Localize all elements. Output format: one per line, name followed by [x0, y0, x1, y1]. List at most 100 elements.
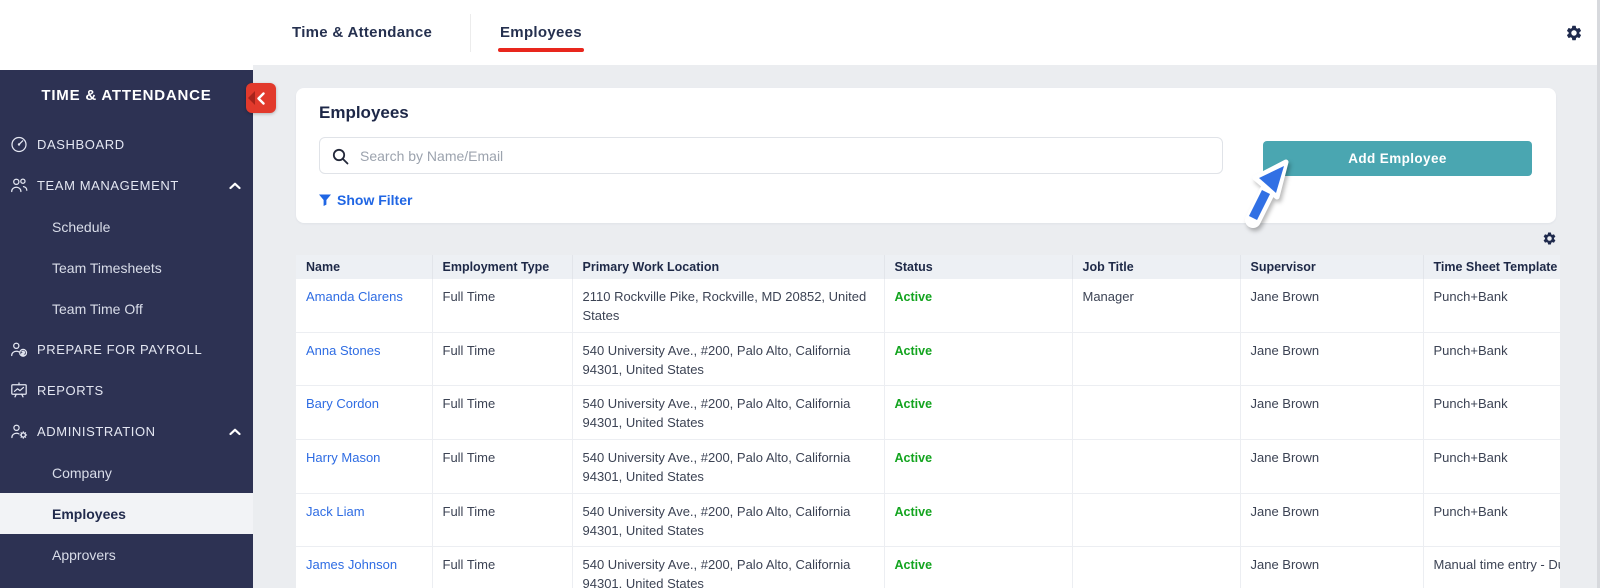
employee-name-link[interactable]: Harry Mason: [306, 450, 380, 465]
employees-table: NameEmployment TypePrimary Work Location…: [296, 255, 1560, 588]
sidebar-item-team-time-off[interactable]: Team Time Off: [0, 288, 253, 329]
add-employee-button[interactable]: Add Employee: [1263, 141, 1532, 176]
show-filter-label: Show Filter: [337, 192, 412, 208]
status-badge: Active: [895, 451, 933, 465]
name-cell: Amanda Clarens: [296, 279, 432, 332]
active-tab-indicator: [498, 48, 584, 52]
employment-type-cell: Full Time: [432, 332, 572, 386]
table-header-row: NameEmployment TypePrimary Work Location…: [296, 255, 1560, 279]
chevron-up-icon[interactable]: [229, 182, 241, 190]
timesheet-template-cell: Punch+Bank: [1423, 332, 1560, 386]
table-settings-gear-icon[interactable]: [1542, 231, 1557, 246]
sidebar-item-label: Approvers: [52, 547, 116, 563]
status-cell: Active: [884, 386, 1072, 440]
status-cell: Active: [884, 440, 1072, 494]
sidebar-item-label: REPORTS: [37, 383, 104, 398]
payroll-icon: [10, 341, 28, 358]
supervisor-cell: Jane Brown: [1240, 386, 1423, 440]
job-title-cell: [1072, 440, 1240, 494]
name-cell: Bary Cordon: [296, 386, 432, 440]
employment-type-cell: Full Time: [432, 279, 572, 332]
sidebar-collapse-button[interactable]: [246, 83, 276, 113]
column-header-time-sheet-template: Time Sheet Template: [1423, 255, 1560, 279]
sidebar-item-label: Employees: [52, 506, 126, 522]
status-badge: Active: [895, 397, 933, 411]
gear-icon[interactable]: [1565, 24, 1583, 42]
name-cell: Harry Mason: [296, 440, 432, 494]
sidebar-item-team-timesheets[interactable]: Team Timesheets: [0, 247, 253, 288]
reports-icon: [10, 382, 28, 399]
timesheet-template-cell: Manual time entry - Du: [1423, 547, 1560, 588]
timesheet-template-cell: Punch+Bank: [1423, 386, 1560, 440]
sidebar-item-dashboard[interactable]: DASHBOARD: [0, 124, 253, 165]
table-row: James Johnson Full Time540 University Ave…: [296, 547, 1560, 588]
sidebar-item-approvers[interactable]: Approvers: [0, 534, 253, 575]
column-header-supervisor: Supervisor: [1240, 255, 1423, 279]
timesheet-template-cell: Punch+Bank: [1423, 493, 1560, 547]
sidebar-title: TIME & ATTENDANCE: [0, 87, 253, 104]
sidebar: TIME & ATTENDANCE DASHBOARD TEAM MANAGEME…: [0, 70, 253, 588]
employee-name-link[interactable]: Jack Liam: [306, 504, 365, 519]
supervisor-cell: Jane Brown: [1240, 440, 1423, 494]
sidebar-item-label: DASHBOARD: [37, 137, 125, 152]
search-input[interactable]: [360, 139, 1210, 172]
employee-name-link[interactable]: Anna Stones: [306, 343, 380, 358]
sidebar-item-label: Company: [52, 465, 112, 481]
sidebar-item-label: Schedule: [52, 219, 110, 235]
name-cell: James Johnson: [296, 547, 432, 588]
column-header-primary-work-location: Primary Work Location: [572, 255, 884, 279]
sidebar-item-label: ADMINISTRATION: [37, 424, 156, 439]
job-title-cell: [1072, 493, 1240, 547]
job-title-cell: [1072, 332, 1240, 386]
sidebar-item-label: Team Timesheets: [52, 260, 162, 276]
page-title: Employees: [319, 103, 409, 123]
work-location-cell: 540 University Ave., #200, Palo Alto, Ca…: [572, 440, 884, 494]
sidebar-item-label: PREPARE FOR PAYROLL: [37, 342, 202, 357]
status-cell: Active: [884, 279, 1072, 332]
table-row: Bary CordonFull Time540 University Ave.,…: [296, 386, 1560, 440]
table-row: Amanda Clarens Full Time2110 Rockville Pi…: [296, 279, 1560, 332]
sidebar-item-administration[interactable]: ADMINISTRATION: [0, 411, 253, 452]
sidebar-item-company[interactable]: Company: [0, 452, 253, 493]
sidebar-item-label: TEAM MANAGEMENT: [37, 178, 179, 193]
employment-type-cell: Full Time: [432, 386, 572, 440]
name-cell: Jack Liam: [296, 493, 432, 547]
sidebar-item-team-management[interactable]: TEAM MANAGEMENT: [0, 165, 253, 206]
work-location-cell: 540 University Ave., #200, Palo Alto, Ca…: [572, 332, 884, 386]
status-badge: Active: [895, 558, 933, 572]
employee-name-link[interactable]: James Johnson: [306, 557, 397, 572]
sidebar-item-label: Team Time Off: [52, 301, 143, 317]
sidebar-item-employees[interactable]: Employees: [0, 493, 253, 534]
job-title-cell: [1072, 386, 1240, 440]
column-header-name: Name: [296, 255, 432, 279]
timesheet-template-cell: Punch+Bank: [1423, 440, 1560, 494]
tab-employees[interactable]: Employees: [500, 0, 582, 65]
chevron-up-icon[interactable]: [229, 428, 241, 436]
chevron-left-icon: [256, 92, 266, 105]
team-icon: [10, 177, 28, 194]
sidebar-item-schedule[interactable]: Schedule: [0, 206, 253, 247]
sidebar-item-reports[interactable]: REPORTS: [0, 370, 253, 411]
show-filter-toggle[interactable]: Show Filter: [319, 192, 412, 208]
supervisor-cell: Jane Brown: [1240, 332, 1423, 386]
administration-icon: [10, 423, 28, 440]
status-cell: Active: [884, 547, 1072, 588]
work-location-cell: 540 University Ave., #200, Palo Alto, Ca…: [572, 547, 884, 588]
sidebar-item-prepare-for-payroll[interactable]: PREPARE FOR PAYROLL: [0, 329, 253, 370]
employee-name-link[interactable]: Bary Cordon: [306, 396, 379, 411]
employee-name-link[interactable]: Amanda Clarens: [306, 289, 403, 304]
employees-panel: Employees Add Employee Show Filter: [296, 88, 1556, 223]
search-box: [319, 137, 1223, 174]
employment-type-cell: Full Time: [432, 493, 572, 547]
tab-time-attendance[interactable]: Time & Attendance: [292, 0, 432, 65]
employment-type-cell: Full Time: [432, 547, 572, 588]
status-badge: Active: [895, 290, 933, 304]
supervisor-cell: Jane Brown: [1240, 547, 1423, 588]
filter-icon: [319, 194, 331, 207]
work-location-cell: 540 University Ave., #200, Palo Alto, Ca…: [572, 493, 884, 547]
tab-divider: [470, 14, 471, 52]
status-badge: Active: [895, 344, 933, 358]
job-title-cell: Manager: [1072, 279, 1240, 332]
status-badge: Active: [895, 505, 933, 519]
work-location-cell: 2110 Rockville Pike, Rockville, MD 20852…: [572, 279, 884, 332]
